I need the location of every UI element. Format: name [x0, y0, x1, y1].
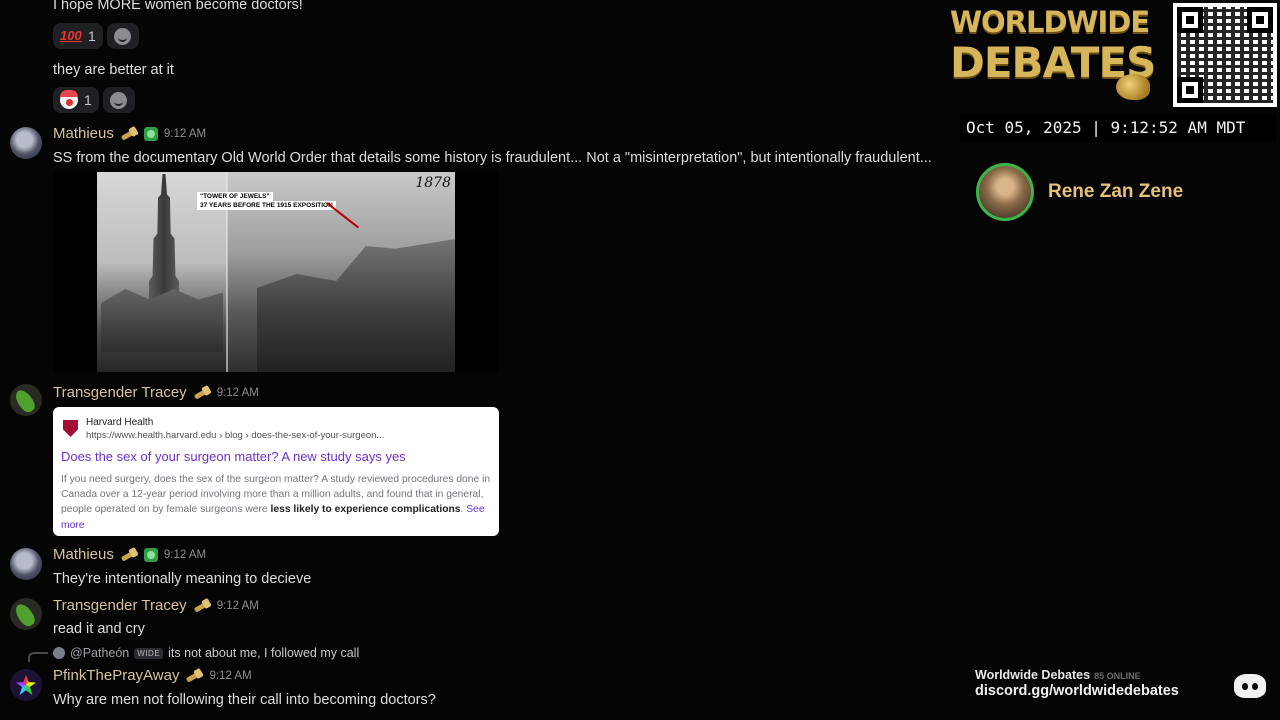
reaction-clown[interactable]: 1 [53, 87, 99, 113]
discord-icon [1234, 674, 1266, 698]
online-count: 85 ONLINE [1094, 671, 1141, 681]
brand-logo: WORLDWIDE DEBATES [950, 4, 1170, 104]
reply-text: its not about me, I followed my call [168, 646, 360, 660]
speaker-name: Rene Zan Zene [1048, 181, 1184, 202]
add-reaction-button[interactable] [106, 23, 139, 49]
hammer-badge-icon [120, 548, 138, 562]
photo-content: "TOWER OF JEWELS" 37 YEARS BEFORE THE 19… [97, 172, 455, 372]
author-name[interactable]: Mathieus [53, 546, 114, 563]
hammer-badge-icon [193, 386, 211, 400]
hammer-badge-icon [120, 127, 138, 141]
timestamp: 9:12 AM [216, 599, 259, 612]
timestamp: 9:12 AM [163, 548, 207, 561]
message-text: Why are men not following their call int… [53, 692, 436, 708]
photo-arrow [326, 202, 359, 228]
reaction-count: 1 [84, 92, 92, 108]
link-embed[interactable]: Harvard Health https://www.health.harvar… [53, 407, 499, 536]
reaction-bar: 100 1 [53, 23, 139, 49]
active-speaker: Rene Zan Zene [976, 163, 1183, 221]
reply-connector [28, 652, 48, 662]
message-text: they are better at it [53, 62, 174, 78]
message-header: Mathieus 9:12 AM [53, 546, 206, 563]
timestamp: 9:12 AM [216, 386, 259, 399]
hundred-emoji-icon: 100 [60, 28, 82, 43]
avatar[interactable] [10, 669, 42, 701]
photo-year: 1878 [415, 175, 451, 191]
guild-tag: WIDE [134, 647, 164, 659]
add-reaction-icon [114, 27, 132, 45]
avatar[interactable] [10, 384, 42, 416]
photo-caption-top: "TOWER OF JEWELS" [197, 192, 273, 201]
message-text: I hope MORE women become doctors! [53, 0, 303, 13]
reaction-count: 1 [88, 28, 96, 44]
message-header: Mathieus 9:12 AM [53, 125, 206, 142]
message-text: read it and cry [53, 621, 145, 637]
timestamp: 9:12 AM [209, 669, 252, 682]
leaf-badge-icon [143, 547, 158, 562]
speaker-avatar [976, 163, 1034, 221]
qr-code [1173, 3, 1277, 107]
add-reaction-icon [110, 91, 128, 109]
message-header: PfinkThePrayAway 9:12 AM [53, 667, 252, 684]
message-header: Transgender Tracey 9:12 AM [53, 384, 259, 401]
embed-description: If you need surgery, does the sex of the… [61, 474, 491, 531]
author-name[interactable]: Mathieus [53, 125, 114, 142]
message-text: SS from the documentary Old World Order … [53, 150, 932, 166]
attached-image[interactable]: "TOWER OF JEWELS" 37 YEARS BEFORE THE 19… [53, 172, 499, 372]
embed-url[interactable]: https://www.health.harvard.edu › blog › … [86, 430, 384, 441]
author-name[interactable]: Transgender Tracey [53, 384, 187, 401]
author-name[interactable]: PfinkThePrayAway [53, 667, 179, 684]
chat-feed: I hope MORE women become doctors! 100 1 … [0, 0, 940, 720]
photo-caption: 37 YEARS BEFORE THE 1915 EXPOSITION [197, 201, 336, 210]
reply-user[interactable]: @Patheón [70, 646, 129, 660]
discord-link: discord.gg/worldwidedebates [975, 683, 1179, 699]
reaction-hundred[interactable]: 100 1 [53, 23, 103, 49]
author-name[interactable]: Transgender Tracey [53, 597, 187, 614]
city-shape [257, 239, 455, 372]
hammer-badge-icon [193, 599, 211, 613]
discord-invite: Worldwide Debates 85 ONLINE discord.gg/wo… [975, 668, 1179, 699]
harvard-shield-icon [63, 420, 78, 437]
avatar[interactable] [10, 598, 42, 630]
boxing-glove-icon [1116, 74, 1150, 100]
avatar[interactable] [10, 548, 42, 580]
brand-line-1: WORLDWIDE [950, 5, 1150, 39]
embed-site-name: Harvard Health [86, 417, 154, 428]
add-reaction-button[interactable] [102, 87, 135, 113]
avatar[interactable] [10, 127, 42, 159]
clown-emoji-icon [60, 90, 78, 109]
datetime-display: Oct 05, 2025 | 9:12:52 AM MDT [960, 114, 1276, 142]
hammer-badge-icon [185, 669, 203, 683]
reply-avatar [53, 647, 65, 659]
embed-title-link[interactable]: Does the sex of your surgeon matter? A n… [61, 449, 406, 464]
timestamp: 9:12 AM [163, 127, 207, 140]
leaf-badge-icon [143, 126, 158, 141]
message-header: Transgender Tracey 9:12 AM [53, 597, 259, 614]
discord-server-name: Worldwide Debates 85 ONLINE [975, 668, 1141, 682]
reaction-bar: 1 [53, 87, 135, 113]
message-text: They're intentionally meaning to decieve [53, 571, 312, 587]
reply-reference[interactable]: @Patheón WIDE its not about me, I follow… [53, 646, 359, 660]
